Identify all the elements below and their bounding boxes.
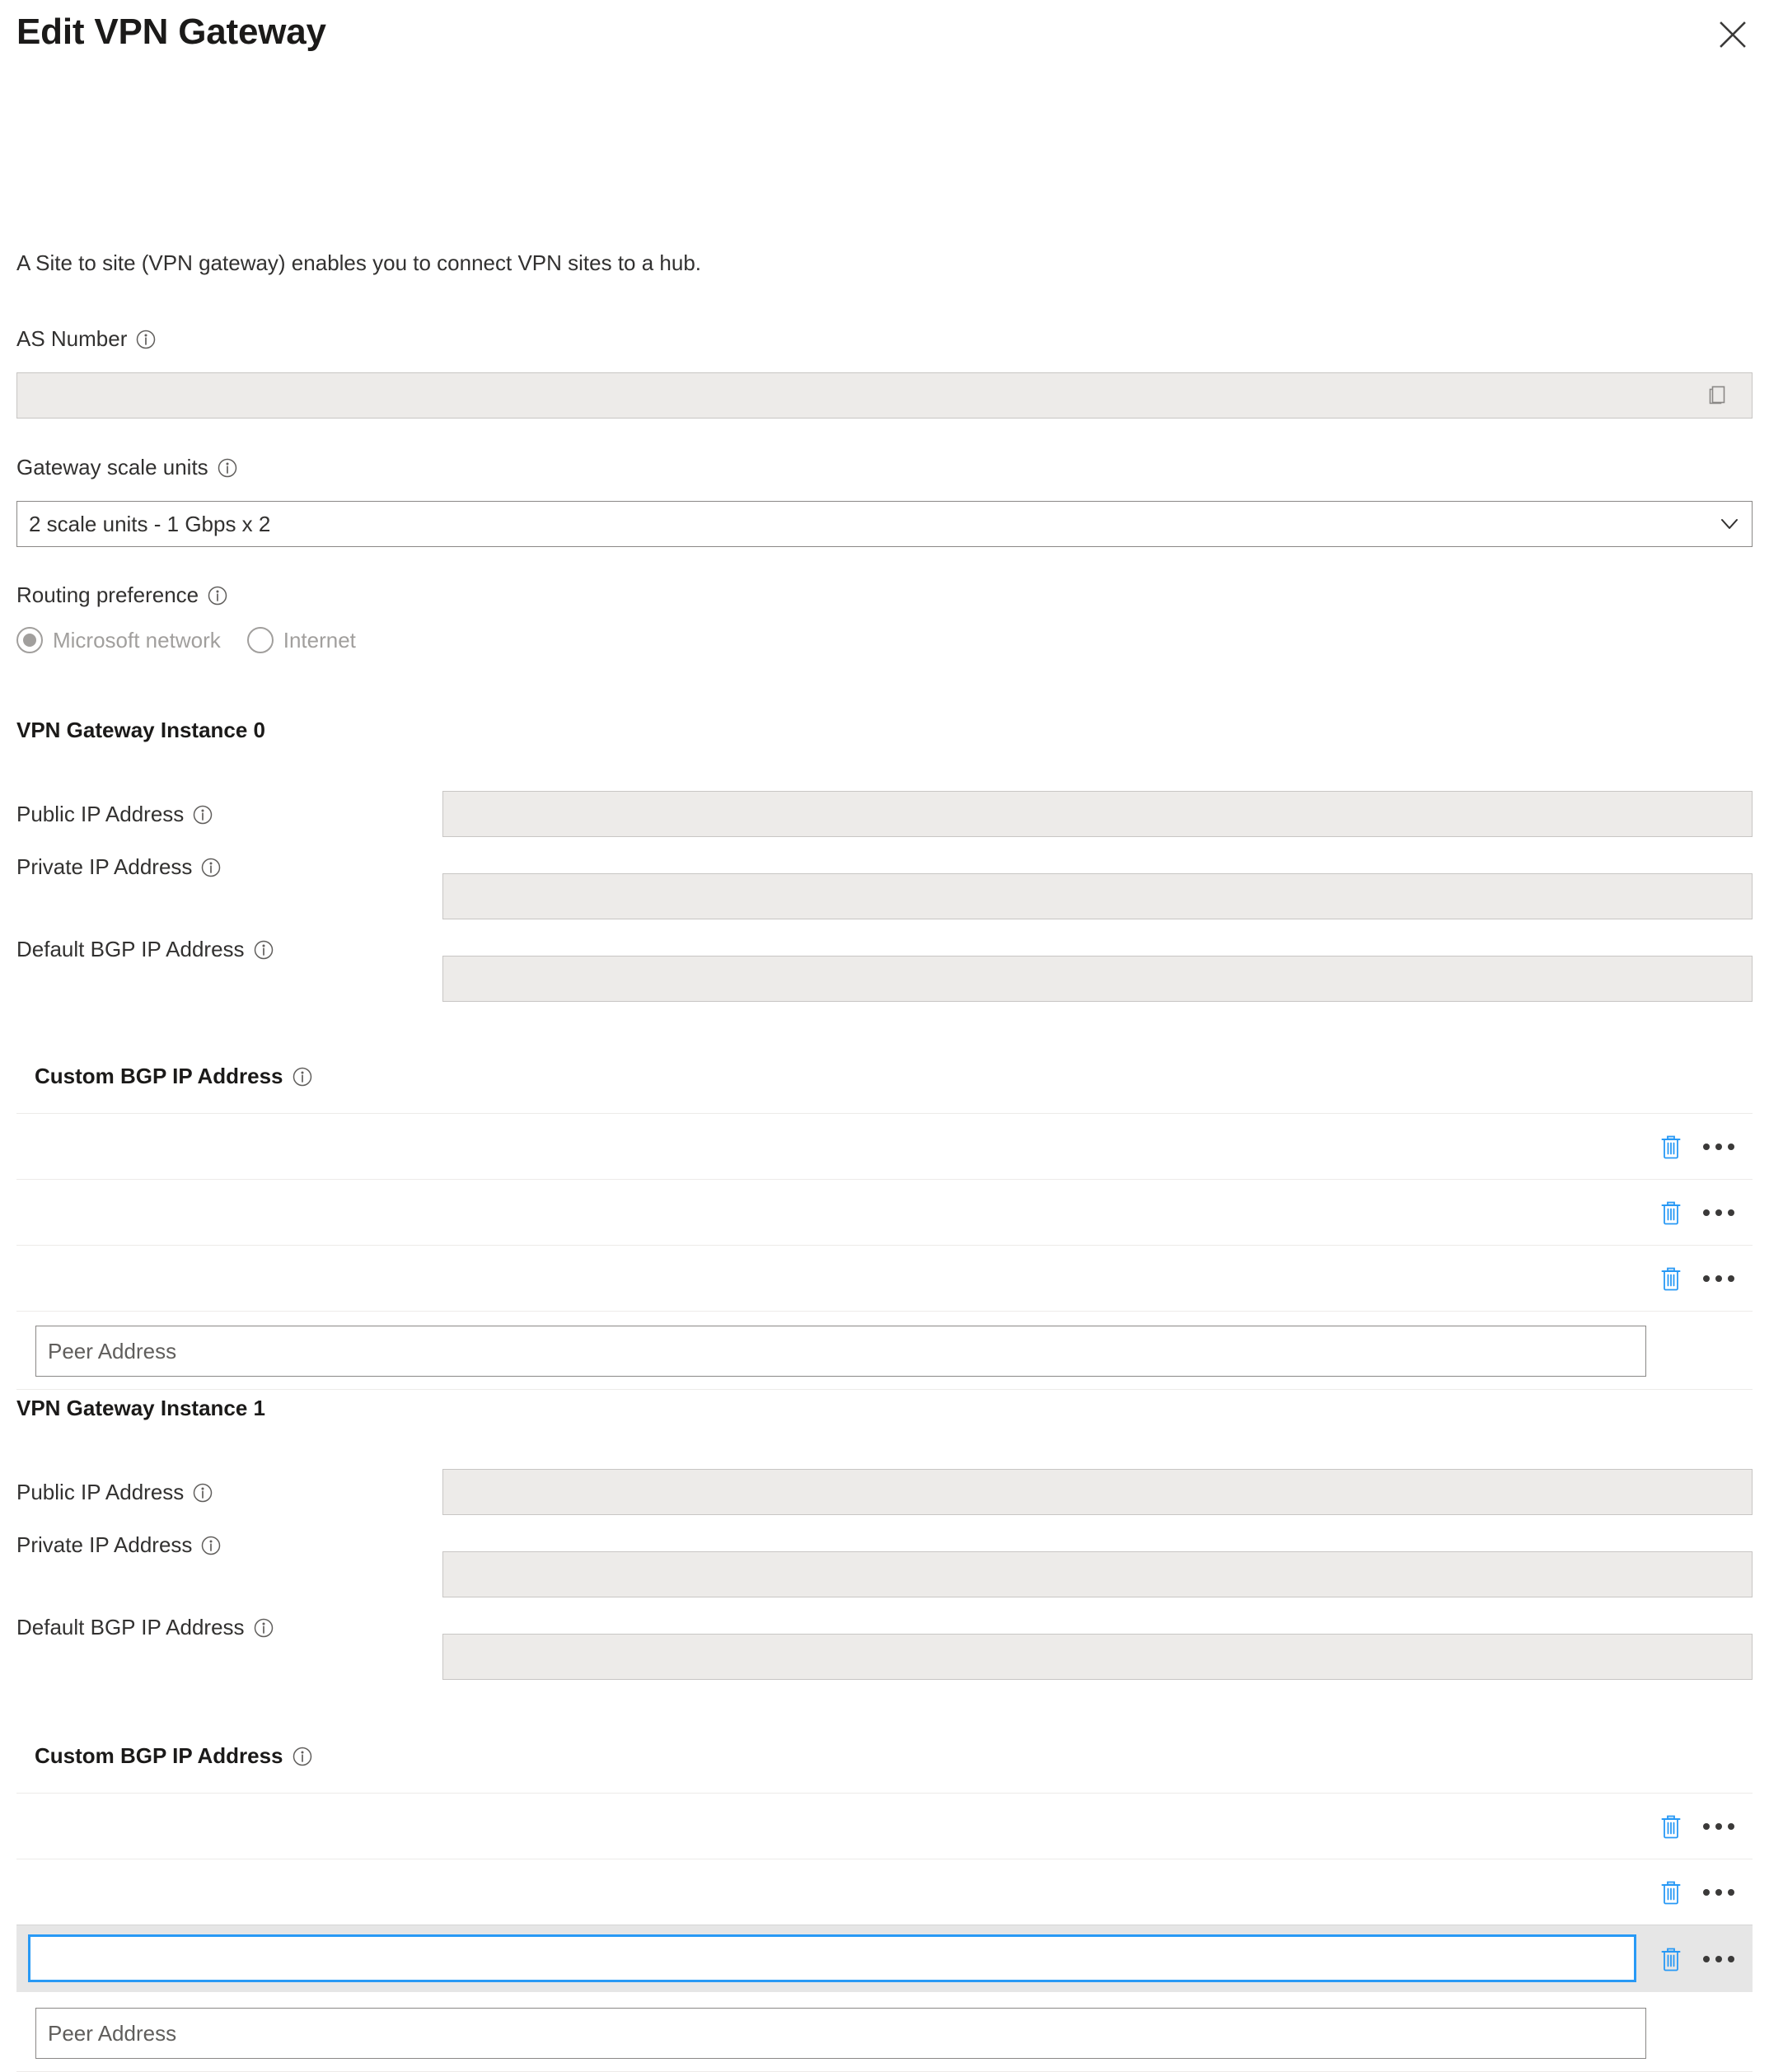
custom-bgp-address-input-active[interactable] xyxy=(28,1934,1636,1982)
ellipsis-icon[interactable] xyxy=(1696,1808,1741,1845)
blade-description: A Site to site (VPN gateway) enables you… xyxy=(16,250,702,275)
as-number-input[interactable] xyxy=(16,372,1753,419)
info-icon[interactable] xyxy=(192,804,213,826)
section-heading-instance-0: VPN Gateway Instance 0 xyxy=(16,718,266,742)
trash-icon[interactable] xyxy=(1652,1260,1690,1298)
as-number-label-text: AS Number xyxy=(16,326,128,351)
page-title: Edit VPN Gateway xyxy=(16,12,326,52)
table-row-active[interactable] xyxy=(16,1925,1753,1992)
custom-bgp-heading-1: Custom BGP IP Address xyxy=(35,1743,313,1769)
table-row[interactable] xyxy=(16,1793,1753,1859)
gateway-scale-units-label: Gateway scale units xyxy=(16,455,238,480)
public-ip-address-input-1[interactable] xyxy=(442,1469,1753,1515)
peer-address-input-0[interactable] xyxy=(35,1326,1646,1377)
radio-option-internet[interactable]: Internet xyxy=(246,627,356,653)
table-row[interactable] xyxy=(16,1245,1753,1311)
peer-address-input-1[interactable] xyxy=(35,2008,1646,2059)
gateway-scale-units-label-text: Gateway scale units xyxy=(16,455,208,479)
gateway-scale-units-value: 2 scale units - 1 Gbps x 2 xyxy=(29,511,271,536)
private-ip-address-label-0: Private IP Address xyxy=(16,854,222,880)
custom-bgp-heading-text: Custom BGP IP Address xyxy=(35,1743,283,1768)
custom-bgp-heading-text: Custom BGP IP Address xyxy=(35,1064,283,1088)
info-icon[interactable] xyxy=(253,1617,274,1639)
ellipsis-icon[interactable] xyxy=(1696,1260,1741,1298)
field-label-text: Private IP Address xyxy=(16,854,193,879)
routing-preference-label: Routing preference xyxy=(16,582,228,608)
row-actions xyxy=(1652,1128,1741,1166)
routing-preference-label-text: Routing preference xyxy=(16,582,199,607)
field-label-text: Default BGP IP Address xyxy=(16,1615,245,1639)
blade-header: Edit VPN Gateway xyxy=(0,0,1769,79)
row-actions xyxy=(1652,1873,1741,1911)
divider xyxy=(16,1389,1753,1390)
divider xyxy=(16,1311,1753,1312)
row-actions xyxy=(1652,1940,1741,1978)
radio-selected-icon xyxy=(16,627,43,653)
row-actions xyxy=(1652,1808,1741,1845)
radio-unselected-icon xyxy=(246,627,274,653)
default-bgp-ip-address-input-1[interactable] xyxy=(442,1634,1753,1680)
ellipsis-icon[interactable] xyxy=(1696,1128,1741,1166)
private-ip-address-input-0[interactable] xyxy=(442,873,1753,919)
table-row[interactable] xyxy=(16,1859,1753,1925)
public-ip-address-label-1: Public IP Address xyxy=(16,1480,213,1505)
close-icon[interactable] xyxy=(1710,12,1756,58)
table-row[interactable] xyxy=(16,1113,1753,1179)
info-icon[interactable] xyxy=(192,1482,213,1504)
ellipsis-icon[interactable] xyxy=(1696,1873,1741,1911)
private-ip-address-input-1[interactable] xyxy=(442,1551,1753,1597)
gateway-scale-units-select[interactable]: 2 scale units - 1 Gbps x 2 xyxy=(16,501,1753,547)
info-icon[interactable] xyxy=(217,457,238,479)
trash-icon[interactable] xyxy=(1652,1808,1690,1845)
field-label-text: Default BGP IP Address xyxy=(16,937,245,961)
field-label-text: Private IP Address xyxy=(16,1532,193,1557)
info-icon[interactable] xyxy=(292,1066,313,1087)
default-bgp-ip-address-label-0: Default BGP IP Address xyxy=(16,937,274,962)
row-actions xyxy=(1652,1260,1741,1298)
info-icon[interactable] xyxy=(207,585,228,606)
info-icon[interactable] xyxy=(135,329,157,350)
radio-option-label: Internet xyxy=(283,627,356,652)
ellipsis-icon[interactable] xyxy=(1696,1940,1741,1978)
public-ip-address-input-0[interactable] xyxy=(442,791,1753,837)
info-icon[interactable] xyxy=(200,857,222,878)
trash-icon[interactable] xyxy=(1652,1873,1690,1911)
routing-preference-radio-group: Microsoft network Internet xyxy=(16,627,356,653)
custom-bgp-heading-0: Custom BGP IP Address xyxy=(35,1064,313,1089)
private-ip-address-label-1: Private IP Address xyxy=(16,1532,222,1558)
info-icon[interactable] xyxy=(200,1535,222,1556)
as-number-label: AS Number xyxy=(16,326,157,352)
section-heading-instance-1: VPN Gateway Instance 1 xyxy=(16,1396,266,1420)
chevron-down-icon xyxy=(1707,512,1752,536)
info-icon[interactable] xyxy=(253,939,274,961)
copy-icon[interactable] xyxy=(1699,377,1735,413)
trash-icon[interactable] xyxy=(1652,1940,1690,1978)
row-actions xyxy=(1652,1194,1741,1232)
trash-icon[interactable] xyxy=(1652,1128,1690,1166)
field-label-text: Public IP Address xyxy=(16,802,185,826)
default-bgp-ip-address-input-0[interactable] xyxy=(442,956,1753,1002)
radio-option-microsoft-network[interactable]: Microsoft network xyxy=(16,627,221,653)
public-ip-address-label-0: Public IP Address xyxy=(16,802,213,827)
table-row[interactable] xyxy=(16,1179,1753,1245)
field-label-text: Public IP Address xyxy=(16,1480,185,1504)
radio-option-label: Microsoft network xyxy=(53,627,221,652)
ellipsis-icon[interactable] xyxy=(1696,1194,1741,1232)
trash-icon[interactable] xyxy=(1652,1194,1690,1232)
info-icon[interactable] xyxy=(292,1746,313,1767)
default-bgp-ip-address-label-1: Default BGP IP Address xyxy=(16,1615,274,1640)
